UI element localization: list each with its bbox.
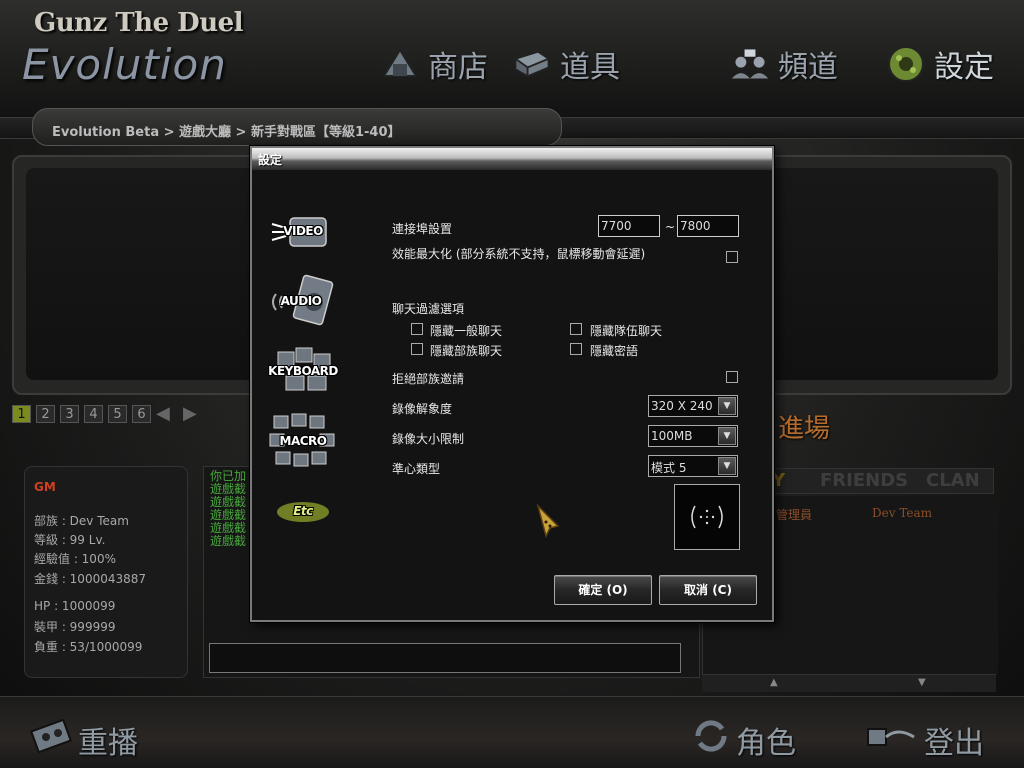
replay-button[interactable]: 重播	[29, 718, 138, 762]
hide-clan-chat-label: 隱藏部族聊天	[430, 344, 503, 358]
page-4-button[interactable]: 4	[84, 405, 103, 423]
settings-icon	[886, 44, 926, 84]
player-hp: HP : 1000099	[34, 599, 116, 613]
replay-label: 重播	[78, 726, 138, 761]
crosshair-icon	[691, 505, 723, 529]
chevron-down-icon: ▼	[718, 427, 736, 445]
category-audio-button[interactable]: AUDIO	[266, 272, 336, 330]
chat-input[interactable]	[209, 643, 681, 673]
nav-shop-button[interactable]: 商店	[380, 38, 488, 90]
category-macro-label: MACRO	[279, 434, 327, 448]
page-2-button[interactable]: 2	[36, 405, 55, 423]
category-video-button[interactable]: VIDEO	[268, 202, 338, 260]
nav-settings-button[interactable]: 設定	[886, 38, 994, 90]
player-money: 金錢 : 1000043887	[34, 572, 147, 586]
room-page-selector: 1 2 3 4 5 6 ◀ ▶	[12, 405, 205, 423]
dialog-title: 設定	[252, 148, 772, 170]
video-size-value: 100MB	[651, 429, 693, 443]
scroll-up-icon[interactable]: ▲	[770, 677, 778, 688]
video-resolution-label: 錄像解象度	[392, 402, 453, 416]
cancel-button[interactable]: 取消 (C)	[659, 575, 757, 605]
player-ap: 裝甲 : 999999	[34, 620, 116, 634]
reject-clan-invite-label: 拒絕部族邀請	[392, 372, 465, 386]
hide-whisper-label: 隱藏密語	[590, 344, 639, 358]
video-size-label: 錄像大小限制	[392, 432, 465, 446]
breadcrumb: Evolution Beta > 遊戲大廳 > 新手對戰區【等級1-40】	[52, 125, 401, 140]
page-1-button[interactable]: 1	[12, 405, 31, 423]
character-button[interactable]: 角色	[692, 718, 796, 762]
crosshair-select[interactable]: 模式 5 ▼	[648, 455, 738, 477]
chat-filter-label: 聊天過濾選項	[392, 302, 465, 316]
port-label: 連接埠設置	[392, 222, 453, 236]
page-prev-icon[interactable]: ◀	[156, 405, 178, 423]
port-separator: ~	[665, 220, 676, 234]
channel-icon	[730, 44, 770, 84]
category-etc-button[interactable]: Etc	[268, 482, 338, 540]
equipment-icon	[512, 44, 552, 84]
logout-button[interactable]: 登出	[864, 718, 984, 762]
reject-clan-invite-checkbox[interactable]	[726, 371, 738, 383]
crosshair-label: 準心類型	[392, 462, 441, 476]
maximize-performance-checkbox[interactable]	[726, 251, 738, 263]
crosshair-preview	[674, 484, 740, 550]
category-video-label: VIDEO	[283, 224, 323, 238]
refresh-icon	[692, 719, 730, 761]
chevron-down-icon: ▼	[718, 397, 736, 415]
category-macro-button[interactable]: MACRO	[268, 412, 338, 470]
member-grade: 管理員	[776, 508, 813, 522]
hide-whisper-checkbox[interactable]	[570, 343, 582, 355]
hide-party-chat-label: 隱藏隊伍聊天	[590, 324, 663, 338]
port-from-input[interactable]	[598, 215, 660, 237]
page-next-icon[interactable]: ▶	[183, 405, 205, 423]
nav-equipment-label: 道具	[560, 50, 620, 85]
page-5-button[interactable]: 5	[108, 405, 127, 423]
enter-room-button[interactable]: 進場	[778, 408, 830, 445]
page-3-button[interactable]: 3	[60, 405, 79, 423]
ok-button[interactable]: 確定 (O)	[554, 575, 652, 605]
player-level: 等級 : 99 Lv.	[34, 533, 106, 547]
chevron-down-icon: ▼	[718, 457, 736, 475]
logout-label: 登出	[924, 726, 984, 761]
page-6-button[interactable]: 6	[132, 405, 151, 423]
category-audio-label: AUDIO	[280, 294, 322, 308]
player-clan: 部族 : Dev Team	[34, 514, 129, 528]
crosshair-value: 模式 5	[651, 461, 687, 475]
nav-equipment-button[interactable]: 道具	[512, 38, 620, 90]
video-size-select[interactable]: 100MB ▼	[648, 425, 738, 447]
mouse-cursor-icon	[536, 504, 560, 538]
hide-general-chat-checkbox[interactable]	[411, 323, 423, 335]
hide-clan-chat-checkbox[interactable]	[411, 343, 423, 355]
shop-icon	[380, 44, 420, 84]
nav-channel-button[interactable]: 頻道	[730, 38, 838, 90]
scroll-down-icon[interactable]: ▼	[918, 677, 926, 688]
settings-dialog: 設定 VIDEO AUDIO KEYBOARD MACRO Etc 連接埠設置 …	[250, 146, 774, 622]
category-keyboard-label: KEYBOARD	[268, 364, 338, 378]
member-list-scrollbar[interactable]: ▲ ▼	[702, 674, 996, 692]
character-label: 角色	[736, 726, 796, 761]
category-etc-label: Etc	[293, 504, 313, 518]
game-logo-subtitle: Evolution	[22, 40, 227, 89]
chat-message: 遊戲截	[210, 534, 247, 548]
game-logo-title: Gunz The Duel	[34, 8, 244, 38]
video-resolution-select[interactable]: 320 X 240 ▼	[648, 395, 738, 417]
player-name: GM	[34, 480, 56, 494]
player-weight: 負重 : 53/1000099	[34, 640, 143, 654]
member-clan: Dev Team	[872, 506, 933, 520]
category-keyboard-button[interactable]: KEYBOARD	[268, 342, 338, 400]
maximize-performance-label: 效能最大化 (部分系統不支持，鼠標移動會延遲)	[392, 247, 646, 261]
tab-friends[interactable]: FRIENDS	[820, 470, 908, 491]
nav-channel-label: 頻道	[778, 50, 838, 85]
player-exp: 經驗值 : 100%	[34, 552, 116, 566]
hide-party-chat-checkbox[interactable]	[570, 323, 582, 335]
tab-clan[interactable]: CLAN	[926, 470, 980, 491]
port-to-input[interactable]	[677, 215, 739, 237]
video-resolution-value: 320 X 240	[651, 399, 713, 413]
nav-shop-label: 商店	[428, 50, 488, 85]
plug-icon	[864, 719, 918, 761]
nav-settings-label: 設定	[934, 50, 994, 85]
hide-general-chat-label: 隱藏一般聊天	[430, 324, 503, 338]
film-reel-icon	[29, 718, 73, 761]
